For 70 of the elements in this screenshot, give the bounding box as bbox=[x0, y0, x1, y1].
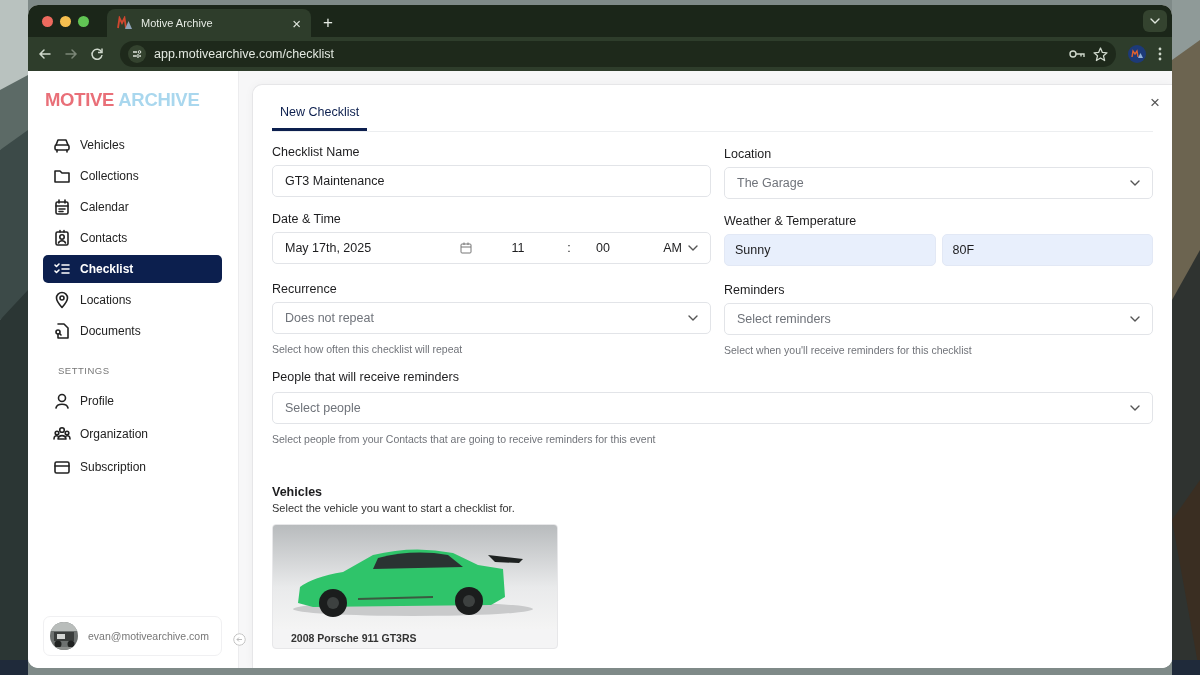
field-label: People that will receive reminders bbox=[272, 370, 460, 384]
more-options-icon[interactable] bbox=[1158, 47, 1162, 61]
section-subtitle: Select the vehicle you want to start a checklist for. bbox=[272, 502, 516, 514]
location-pin-icon bbox=[53, 291, 71, 309]
field-label: Recurrence bbox=[272, 282, 338, 296]
helper-text: Select people from your Contacts that are going to receive reminders for this event bbox=[272, 433, 657, 445]
close-tab-button[interactable]: × bbox=[292, 14, 301, 32]
date-time-field[interactable]: May 17th, 2025 11 : 00 AM bbox=[272, 232, 711, 264]
user-card[interactable]: evan@motivearchive.com bbox=[43, 616, 222, 656]
favicon-icon bbox=[117, 16, 133, 30]
minimize-window-button[interactable] bbox=[60, 15, 71, 27]
contact-card-icon bbox=[53, 229, 71, 247]
time-separator: : bbox=[566, 241, 572, 255]
person-icon bbox=[53, 392, 71, 410]
vehicle-card[interactable]: 2008 Porsche 911 GT3RS bbox=[272, 524, 558, 649]
forward-arrow-icon[interactable] bbox=[64, 47, 78, 61]
sidebar-item[interactable]: Vehicles bbox=[43, 131, 222, 159]
location-select[interactable]: The Garage bbox=[724, 167, 1153, 199]
recurrence-select[interactable]: Does not repeat bbox=[272, 302, 711, 334]
people-icon bbox=[53, 425, 71, 443]
field-label: Reminders bbox=[724, 283, 786, 297]
document-icon bbox=[53, 322, 71, 340]
field-label: Date & Time bbox=[272, 212, 342, 226]
field-label: Weather & Temperature bbox=[724, 214, 858, 228]
credit-card-icon bbox=[53, 458, 71, 476]
hour-value: 11 bbox=[510, 241, 526, 255]
car-icon bbox=[53, 136, 71, 154]
star-icon[interactable] bbox=[1093, 46, 1108, 62]
date-value: May 17th, 2025 bbox=[285, 241, 373, 255]
section-heading: SETTINGS bbox=[58, 365, 111, 376]
vehicle-caption: 2008 Porsche 911 GT3RS bbox=[290, 631, 418, 646]
sidebar-item[interactable]: Calendar bbox=[43, 193, 222, 221]
maximize-window-button[interactable] bbox=[78, 15, 89, 27]
close-button[interactable]: × bbox=[1150, 93, 1160, 113]
tab[interactable]: New Checklist bbox=[272, 85, 368, 131]
sidebar-item[interactable]: Checklist bbox=[43, 255, 222, 283]
helper-text: Select when you'll receive reminders for this checklist bbox=[724, 344, 973, 356]
sidebar-item[interactable]: Profile bbox=[43, 386, 222, 416]
minute-value: 00 bbox=[595, 241, 611, 255]
sidebar-item[interactable]: Subscription bbox=[43, 452, 222, 482]
temperature-input[interactable]: 80F bbox=[941, 234, 1153, 266]
sidebar-item[interactable]: Documents bbox=[43, 317, 222, 345]
close-window-button[interactable] bbox=[42, 15, 53, 27]
helper-text: Select how often this checklist will repeat bbox=[272, 343, 464, 355]
reload-icon[interactable] bbox=[90, 47, 104, 61]
site-settings-icon[interactable] bbox=[128, 45, 146, 63]
sidebar-item[interactable]: Locations bbox=[43, 286, 222, 314]
calendar-icon bbox=[53, 198, 71, 216]
calendar-icon bbox=[460, 242, 472, 254]
tab-search-button[interactable] bbox=[1143, 10, 1167, 32]
new-tab-button[interactable]: + bbox=[323, 13, 333, 33]
browser-tab[interactable]: Motive Archive × bbox=[107, 9, 311, 37]
back-arrow-icon[interactable] bbox=[38, 47, 52, 61]
profile-avatar-icon[interactable] bbox=[1128, 45, 1146, 63]
section-title: Vehicles bbox=[272, 485, 324, 499]
sidebar-item[interactable]: Collections bbox=[43, 162, 222, 190]
field-label: Checklist Name bbox=[272, 145, 361, 159]
field-label: Location bbox=[724, 147, 773, 161]
period-value: AM bbox=[662, 241, 682, 255]
name-input[interactable]: GT3 Maintenance bbox=[272, 165, 711, 197]
logo: MOTIVE ARCHIVE bbox=[45, 89, 200, 111]
sidebar-item[interactable]: Organization bbox=[43, 419, 222, 449]
reminders-select[interactable]: Select reminders bbox=[724, 303, 1153, 335]
people-select[interactable]: Select people bbox=[272, 392, 1153, 424]
address-bar[interactable]: app.motivearchive.com/checklist bbox=[120, 41, 1116, 67]
key-icon[interactable] bbox=[1069, 48, 1085, 60]
sidebar-item[interactable]: Contacts bbox=[43, 224, 222, 252]
user-email: evan@motivearchive.com bbox=[88, 630, 209, 642]
folder-icon bbox=[53, 167, 71, 185]
weather-input[interactable]: Sunny bbox=[724, 234, 936, 266]
